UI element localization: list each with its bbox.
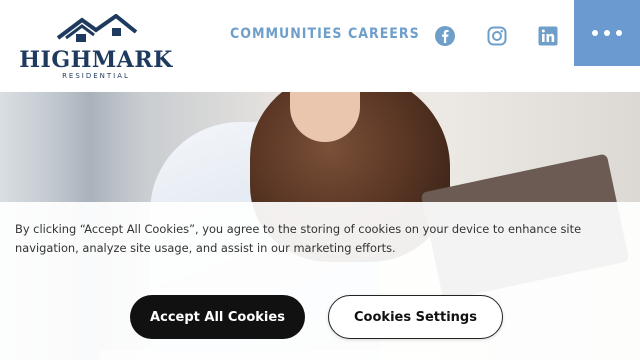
cookie-banner: By clicking “Accept All Cookies”, you ag… xyxy=(0,202,640,362)
nav-link-communities[interactable]: COMMUNITIES xyxy=(230,26,342,42)
instagram-icon[interactable] xyxy=(486,25,508,47)
menu-button[interactable] xyxy=(574,0,640,66)
accept-all-cookies-button[interactable]: Accept All Cookies xyxy=(130,295,305,339)
menu-dot xyxy=(592,30,598,36)
brand-subtitle: RESIDENTIAL xyxy=(62,72,130,80)
linkedin-icon[interactable] xyxy=(537,25,559,47)
partially-hidden-content xyxy=(100,350,440,362)
site-header: HIGHMARK RESIDENTIAL COMMUNITIES CAREERS xyxy=(0,0,640,92)
facebook-icon[interactable] xyxy=(434,25,456,47)
cookies-settings-button[interactable]: Cookies Settings xyxy=(328,295,503,339)
menu-dot xyxy=(616,30,622,36)
nav-link-careers[interactable]: CAREERS xyxy=(348,26,420,42)
highmark-logo[interactable]: HIGHMARK RESIDENTIAL xyxy=(18,14,174,82)
cookie-message: By clicking “Accept All Cookies”, you ag… xyxy=(15,222,582,255)
house-roof-icon xyxy=(56,14,138,42)
menu-dot xyxy=(604,30,610,36)
brand-name: HIGHMARK xyxy=(19,47,173,73)
